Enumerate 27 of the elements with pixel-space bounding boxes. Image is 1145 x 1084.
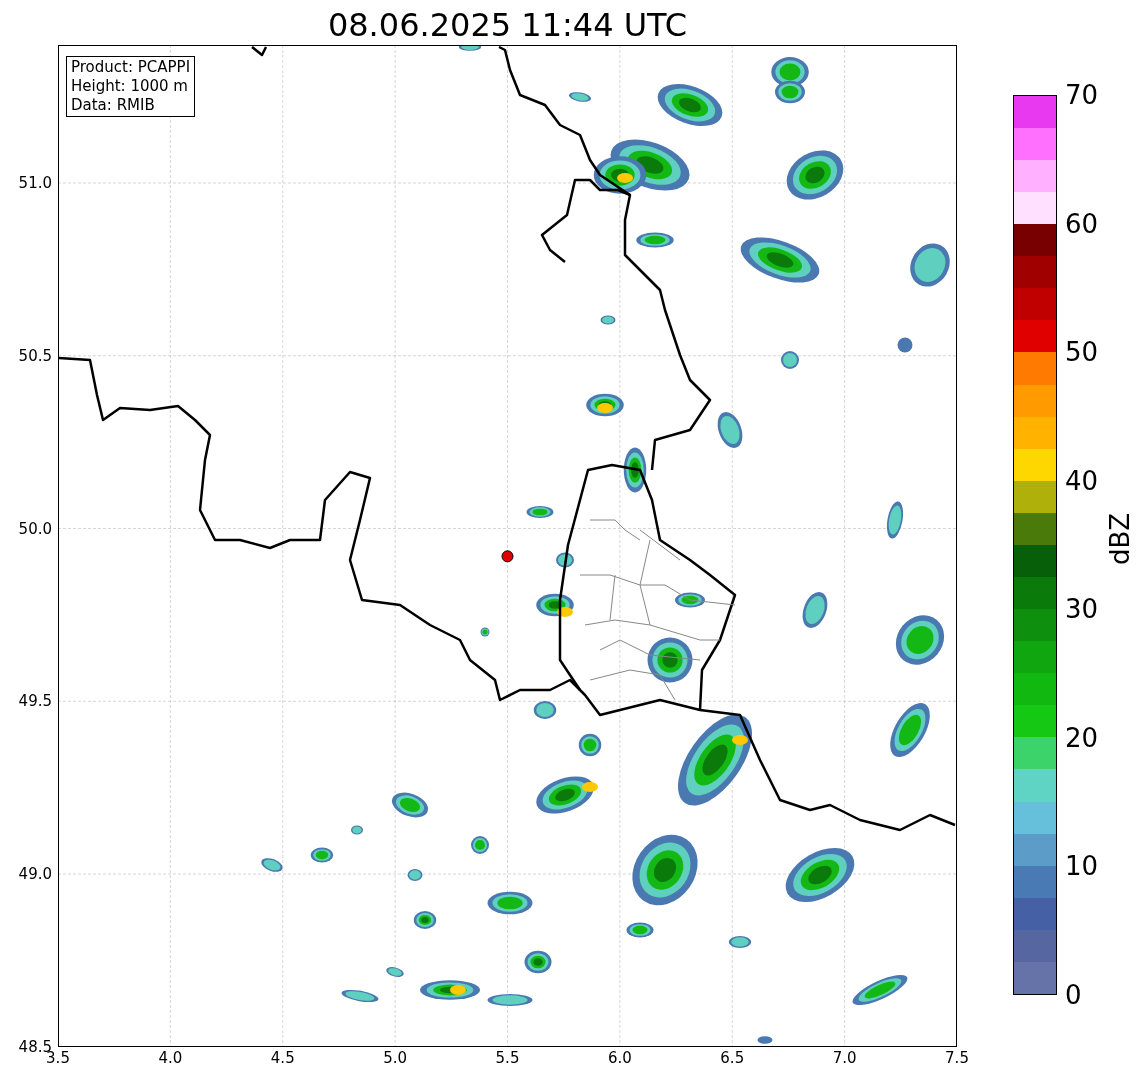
x-tick-label: 4.5 xyxy=(270,1049,295,1067)
colorbar-tick-label: 30 xyxy=(1065,594,1099,625)
colorbar-tick-label: 0 xyxy=(1065,980,1082,1010)
info-text: Product: PCAPPI xyxy=(71,58,191,77)
y-tick-label: 50.5 xyxy=(18,346,52,365)
colorbar-tick-label: 60 xyxy=(1065,208,1099,239)
colorbar-tick-label: 20 xyxy=(1065,722,1099,753)
radar-site-marker xyxy=(501,550,514,563)
info-text: Height: 1000 m xyxy=(71,77,189,96)
x-tick-label: 5.5 xyxy=(495,1049,520,1067)
chart-title: 08.06.2025 11:44 UTC xyxy=(327,5,688,45)
x-tick-label: 6.0 xyxy=(607,1049,632,1067)
x-tick-label: 5.0 xyxy=(383,1049,408,1067)
x-tick-label: 7.0 xyxy=(832,1049,857,1067)
colorbar-tick-label: 10 xyxy=(1065,851,1099,882)
x-tick-label: 4.0 xyxy=(158,1049,183,1067)
y-tick-label: 49.5 xyxy=(18,692,52,711)
colorbar-tick-label: 70 xyxy=(1065,80,1099,110)
info-text: Data: RMIB xyxy=(71,96,156,115)
colorbar-tick-label: 50 xyxy=(1065,337,1099,368)
y-tick-label: 51.0 xyxy=(18,174,52,192)
x-tick-label: 6.5 xyxy=(720,1049,745,1067)
colorbar-tick-label: 40 xyxy=(1065,465,1099,496)
colorbar-label: dBZ xyxy=(1105,512,1135,565)
y-tick-label: 50.0 xyxy=(18,519,52,538)
x-tick-label: 7.5 xyxy=(945,1049,969,1067)
y-tick-label: 49.0 xyxy=(18,865,52,883)
